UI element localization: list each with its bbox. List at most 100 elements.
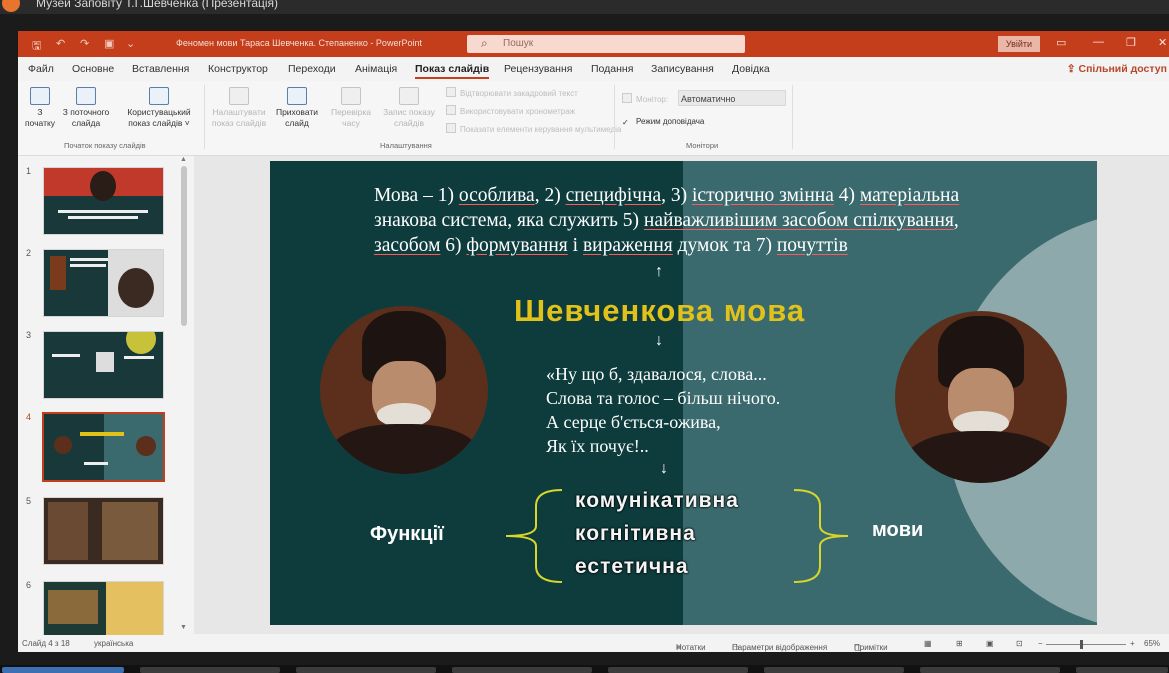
- participant-tile[interactable]: [140, 667, 280, 673]
- slide-thumbnail[interactable]: [44, 332, 163, 398]
- play-from-start-icon: [30, 87, 50, 105]
- record-show-button[interactable]: Запис показу слайдів: [378, 87, 440, 129]
- custom-show-button[interactable]: Користувацький показ слайдів ˅: [118, 87, 200, 129]
- quote-line: Як їх почує!..: [546, 436, 649, 456]
- record-label: Запис показу слайдів: [383, 107, 435, 128]
- minimize-icon[interactable]: —: [1093, 36, 1104, 48]
- slide-sorter-icon[interactable]: ⊞: [956, 639, 963, 648]
- slide-counter: Слайд 4 з 18: [22, 639, 70, 648]
- sign-in-button[interactable]: Увійти: [998, 36, 1040, 52]
- participant-tile[interactable]: [452, 667, 592, 673]
- slide-thumbnails-pane: 1 2 3 4 5 6 ▲ ▼: [18, 156, 194, 648]
- slide-thumbnail[interactable]: [44, 498, 163, 564]
- zoom-slider[interactable]: [1046, 644, 1126, 645]
- setup-show-button[interactable]: Налаштувати показ слайдів: [208, 87, 270, 129]
- slide-thumbnail-selected[interactable]: [44, 414, 163, 480]
- option-timings[interactable]: Використовувати хронометраж: [446, 105, 575, 116]
- hide-slide-button[interactable]: Приховати слайд: [272, 87, 322, 129]
- arrow-down-icon: ↓: [660, 460, 668, 477]
- scrollbar-thumb[interactable]: [181, 166, 187, 326]
- rehearse-timings-button[interactable]: Перевірка часу: [326, 87, 376, 129]
- ribbon-tabs: Файл Основне Вставлення Конструктор Пере…: [18, 57, 1169, 81]
- participant-tile[interactable]: [2, 667, 124, 673]
- tab-recording[interactable]: Записування: [651, 63, 714, 75]
- rehearse-icon: [341, 87, 361, 105]
- slide-quote[interactable]: «Ну що б, здавалося, слова... Слова та г…: [546, 362, 780, 458]
- undo-icon[interactable]: ↶: [56, 37, 65, 50]
- thumbnail-portrait: [136, 436, 156, 456]
- save-icon[interactable]: 🖫: [32, 37, 41, 56]
- thumbnail-photo: [96, 352, 114, 372]
- participant-tile[interactable]: [920, 667, 1060, 673]
- monitor-icon: [622, 93, 632, 103]
- zoom-out-icon[interactable]: −: [1038, 639, 1043, 648]
- tab-help[interactable]: Довідка: [732, 63, 770, 75]
- functions-label[interactable]: Функції: [370, 523, 444, 546]
- from-beginning-label: З початку: [24, 107, 56, 128]
- search-box[interactable]: ⌕ Пошук: [467, 35, 745, 53]
- ribbon-separator: [792, 85, 793, 149]
- monitor-select[interactable]: Автоматично: [678, 90, 786, 106]
- title-bar: 🖫 ↶ ↷ ▣ ⌄ Феномен мови Тараса Шевченка. …: [18, 31, 1169, 57]
- maximize-icon[interactable]: ❐: [1126, 36, 1136, 49]
- slide-thumbnail[interactable]: [44, 250, 163, 316]
- normal-view-icon[interactable]: ▦: [924, 639, 932, 648]
- tab-view[interactable]: Подання: [591, 63, 633, 75]
- participant-tile[interactable]: [1076, 667, 1168, 673]
- participant-tile[interactable]: [296, 667, 436, 673]
- shevchenko-portrait-right[interactable]: [895, 311, 1067, 483]
- group-start-label: Початок показу слайдів: [64, 141, 146, 150]
- hide-slide-label: Приховати слайд: [275, 107, 319, 128]
- presenter-view-checkbox[interactable]: ✓ Режим доповідача: [622, 117, 704, 127]
- function-item[interactable]: комунікативна: [575, 489, 739, 513]
- slide-canvas[interactable]: Мова – 1) особлива, 2) специфічна, 3) іс…: [270, 161, 1097, 625]
- function-item[interactable]: естетична: [575, 555, 689, 579]
- reading-view-icon[interactable]: ▣: [986, 639, 994, 648]
- present-icon[interactable]: ▣: [104, 37, 114, 50]
- slideshow-view-icon[interactable]: ⊡: [1016, 639, 1023, 648]
- slide-heading[interactable]: Шевченкова мова: [514, 293, 805, 329]
- customize-qa-icon[interactable]: ⌄: [126, 37, 135, 50]
- shevchenko-portrait-left[interactable]: [320, 306, 488, 474]
- zoom-level[interactable]: 65%: [1144, 639, 1160, 648]
- slide-definition-text[interactable]: Мова – 1) особлива, 2) специфічна, 3) іс…: [374, 183, 1074, 258]
- ribbon-display-icon[interactable]: ▭: [1056, 36, 1066, 49]
- slide-thumbnail[interactable]: [44, 168, 163, 234]
- language-indicator[interactable]: українська: [94, 639, 133, 648]
- tab-transitions[interactable]: Переходи: [288, 63, 336, 75]
- tab-file[interactable]: Файл: [28, 63, 54, 75]
- thumbnails-scrollbar[interactable]: ▲ ▼: [180, 156, 188, 634]
- participant-tile[interactable]: [764, 667, 904, 673]
- powerpoint-window: 🖫 ↶ ↷ ▣ ⌄ Феномен мови Тараса Шевченка. …: [18, 31, 1169, 652]
- redo-icon[interactable]: ↷: [80, 37, 89, 50]
- function-item[interactable]: когнітивна: [575, 522, 696, 546]
- participant-tile[interactable]: [608, 667, 748, 673]
- scroll-up-icon[interactable]: ▲: [180, 156, 187, 163]
- share-button[interactable]: ⇪ Спільний доступ: [1067, 63, 1167, 75]
- setup-show-label: Налаштувати показ слайдів: [211, 107, 267, 128]
- tab-design[interactable]: Конструктор: [208, 63, 268, 75]
- thumbnail-number: 6: [26, 580, 32, 590]
- quote-line: Слова та голос – більш нічого.: [546, 388, 781, 408]
- checkbox-icon: [446, 87, 456, 97]
- option-narration[interactable]: Відтворювати закадровий текст: [446, 87, 578, 98]
- portrait-coat: [328, 423, 480, 474]
- option-media-controls[interactable]: Показати елементи керування мультимедіа: [446, 123, 621, 134]
- tab-slideshow[interactable]: Показ слайдів: [415, 63, 490, 79]
- thumbnail-text-line: [70, 264, 106, 267]
- zoom-slider-knob[interactable]: [1080, 640, 1083, 649]
- language-label[interactable]: мови: [872, 519, 923, 542]
- scroll-down-icon[interactable]: ▼: [180, 624, 187, 631]
- from-current-button[interactable]: З поточного слайда: [58, 87, 114, 129]
- zoom-in-icon[interactable]: +: [1130, 639, 1135, 648]
- close-icon[interactable]: ✕: [1158, 36, 1167, 49]
- group-monitors-label: Монітори: [686, 141, 719, 150]
- option-timings-label: Використовувати хронометраж: [460, 107, 576, 116]
- thumbnail-number: 2: [26, 248, 32, 258]
- thumbnail-photo: [48, 590, 98, 624]
- tab-animations[interactable]: Анімація: [355, 63, 397, 75]
- tab-review[interactable]: Рецензування: [504, 63, 572, 75]
- tab-insert[interactable]: Вставлення: [132, 63, 189, 75]
- tab-home[interactable]: Основне: [72, 63, 114, 75]
- from-beginning-button[interactable]: З початку: [22, 87, 58, 129]
